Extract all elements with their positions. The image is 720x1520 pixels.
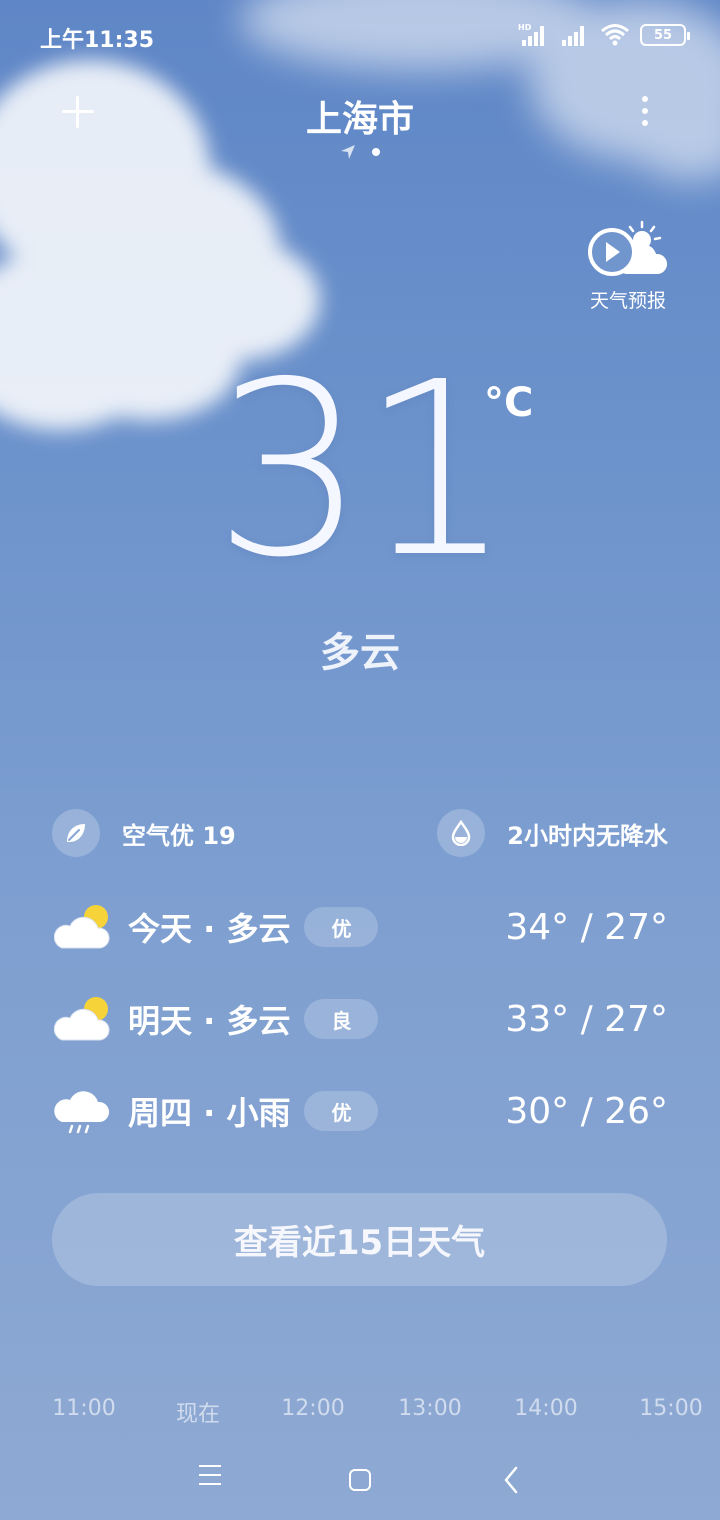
- battery-level: 55: [653, 27, 673, 43]
- hour-label: 11:00: [52, 1396, 116, 1421]
- day-row-thursday[interactable]: 周四 · 小雨 优 30° / 26°: [54, 1076, 668, 1146]
- air-quality-info[interactable]: 空气优 19: [52, 808, 236, 858]
- day-temps: 30° / 26°: [505, 1090, 668, 1132]
- dot-icon: [642, 96, 648, 102]
- precipitation-info[interactable]: 2小时内无降水: [437, 808, 668, 858]
- page-indicator: [0, 144, 720, 160]
- navigation-bar: [0, 1440, 720, 1520]
- city-title: 上海市: [305, 99, 414, 140]
- day-temps: 34° / 27°: [505, 906, 668, 948]
- temperature-unit: °C: [484, 380, 534, 426]
- video-forecast-label: 天气预报: [589, 290, 666, 312]
- status-bar: 上午11:35 HD 55: [0, 0, 720, 70]
- raindrop-icon: [437, 809, 486, 857]
- location-arrow-icon: [341, 145, 355, 159]
- signal-icon: [562, 26, 584, 46]
- home-icon: [349, 1469, 371, 1491]
- partly-cloudy-icon: [54, 905, 110, 949]
- dot-icon: [642, 108, 648, 114]
- more-options-button[interactable]: [640, 96, 650, 132]
- day-label: 今天 · 多云: [128, 910, 291, 948]
- air-quality-text: 空气优 19: [122, 821, 236, 850]
- current-temperature: 31: [213, 330, 512, 610]
- wifi-icon: [601, 24, 629, 46]
- light-rain-icon: [54, 1091, 110, 1134]
- aqi-badge: 优: [304, 907, 379, 947]
- home-button[interactable]: [338, 1458, 382, 1502]
- page-dot-active: [372, 148, 380, 156]
- battery-icon: 55: [640, 24, 690, 46]
- partly-cloudy-icon: [54, 997, 110, 1041]
- hd-tag: HD: [518, 23, 532, 32]
- back-icon: [504, 1466, 518, 1494]
- day-label: 周四 · 小雨: [128, 1094, 291, 1132]
- view-15-day-forecast-button[interactable]: 查看近15日天气: [52, 1193, 667, 1286]
- hour-label: 13:00: [398, 1396, 462, 1421]
- day-row-today[interactable]: 今天 · 多云 优 34° / 27°: [54, 892, 668, 962]
- recent-apps-button[interactable]: [188, 1458, 232, 1502]
- hourly-timeline[interactable]: 11:00 现在 12:00 13:00 14:00 15:00: [0, 1396, 720, 1427]
- day-row-tomorrow[interactable]: 明天 · 多云 良 33° / 27°: [54, 984, 668, 1054]
- current-condition: 多云: [320, 630, 400, 676]
- status-time: 上午11:35: [40, 28, 155, 53]
- back-button[interactable]: [490, 1458, 534, 1502]
- top-bar: 上海市: [0, 80, 720, 170]
- day-label: 明天 · 多云: [128, 1002, 291, 1040]
- hour-label: 12:00: [281, 1396, 345, 1421]
- status-icons: HD 55: [518, 20, 690, 50]
- hour-label: 14:00: [514, 1396, 578, 1421]
- precipitation-text: 2小时内无降水: [507, 821, 668, 850]
- signal-hd-icon: HD: [518, 23, 544, 46]
- dot-icon: [642, 120, 648, 126]
- weather-video-icon: [588, 220, 668, 276]
- hour-label: 15:00: [639, 1396, 703, 1421]
- video-forecast-button[interactable]: 天气预报: [578, 218, 678, 313]
- aqi-badge: 良: [304, 999, 379, 1039]
- day-temps: 33° / 27°: [505, 998, 668, 1040]
- aqi-badge: 优: [304, 1091, 379, 1131]
- hour-label: 现在: [175, 1402, 220, 1427]
- leaf-icon: [52, 809, 100, 857]
